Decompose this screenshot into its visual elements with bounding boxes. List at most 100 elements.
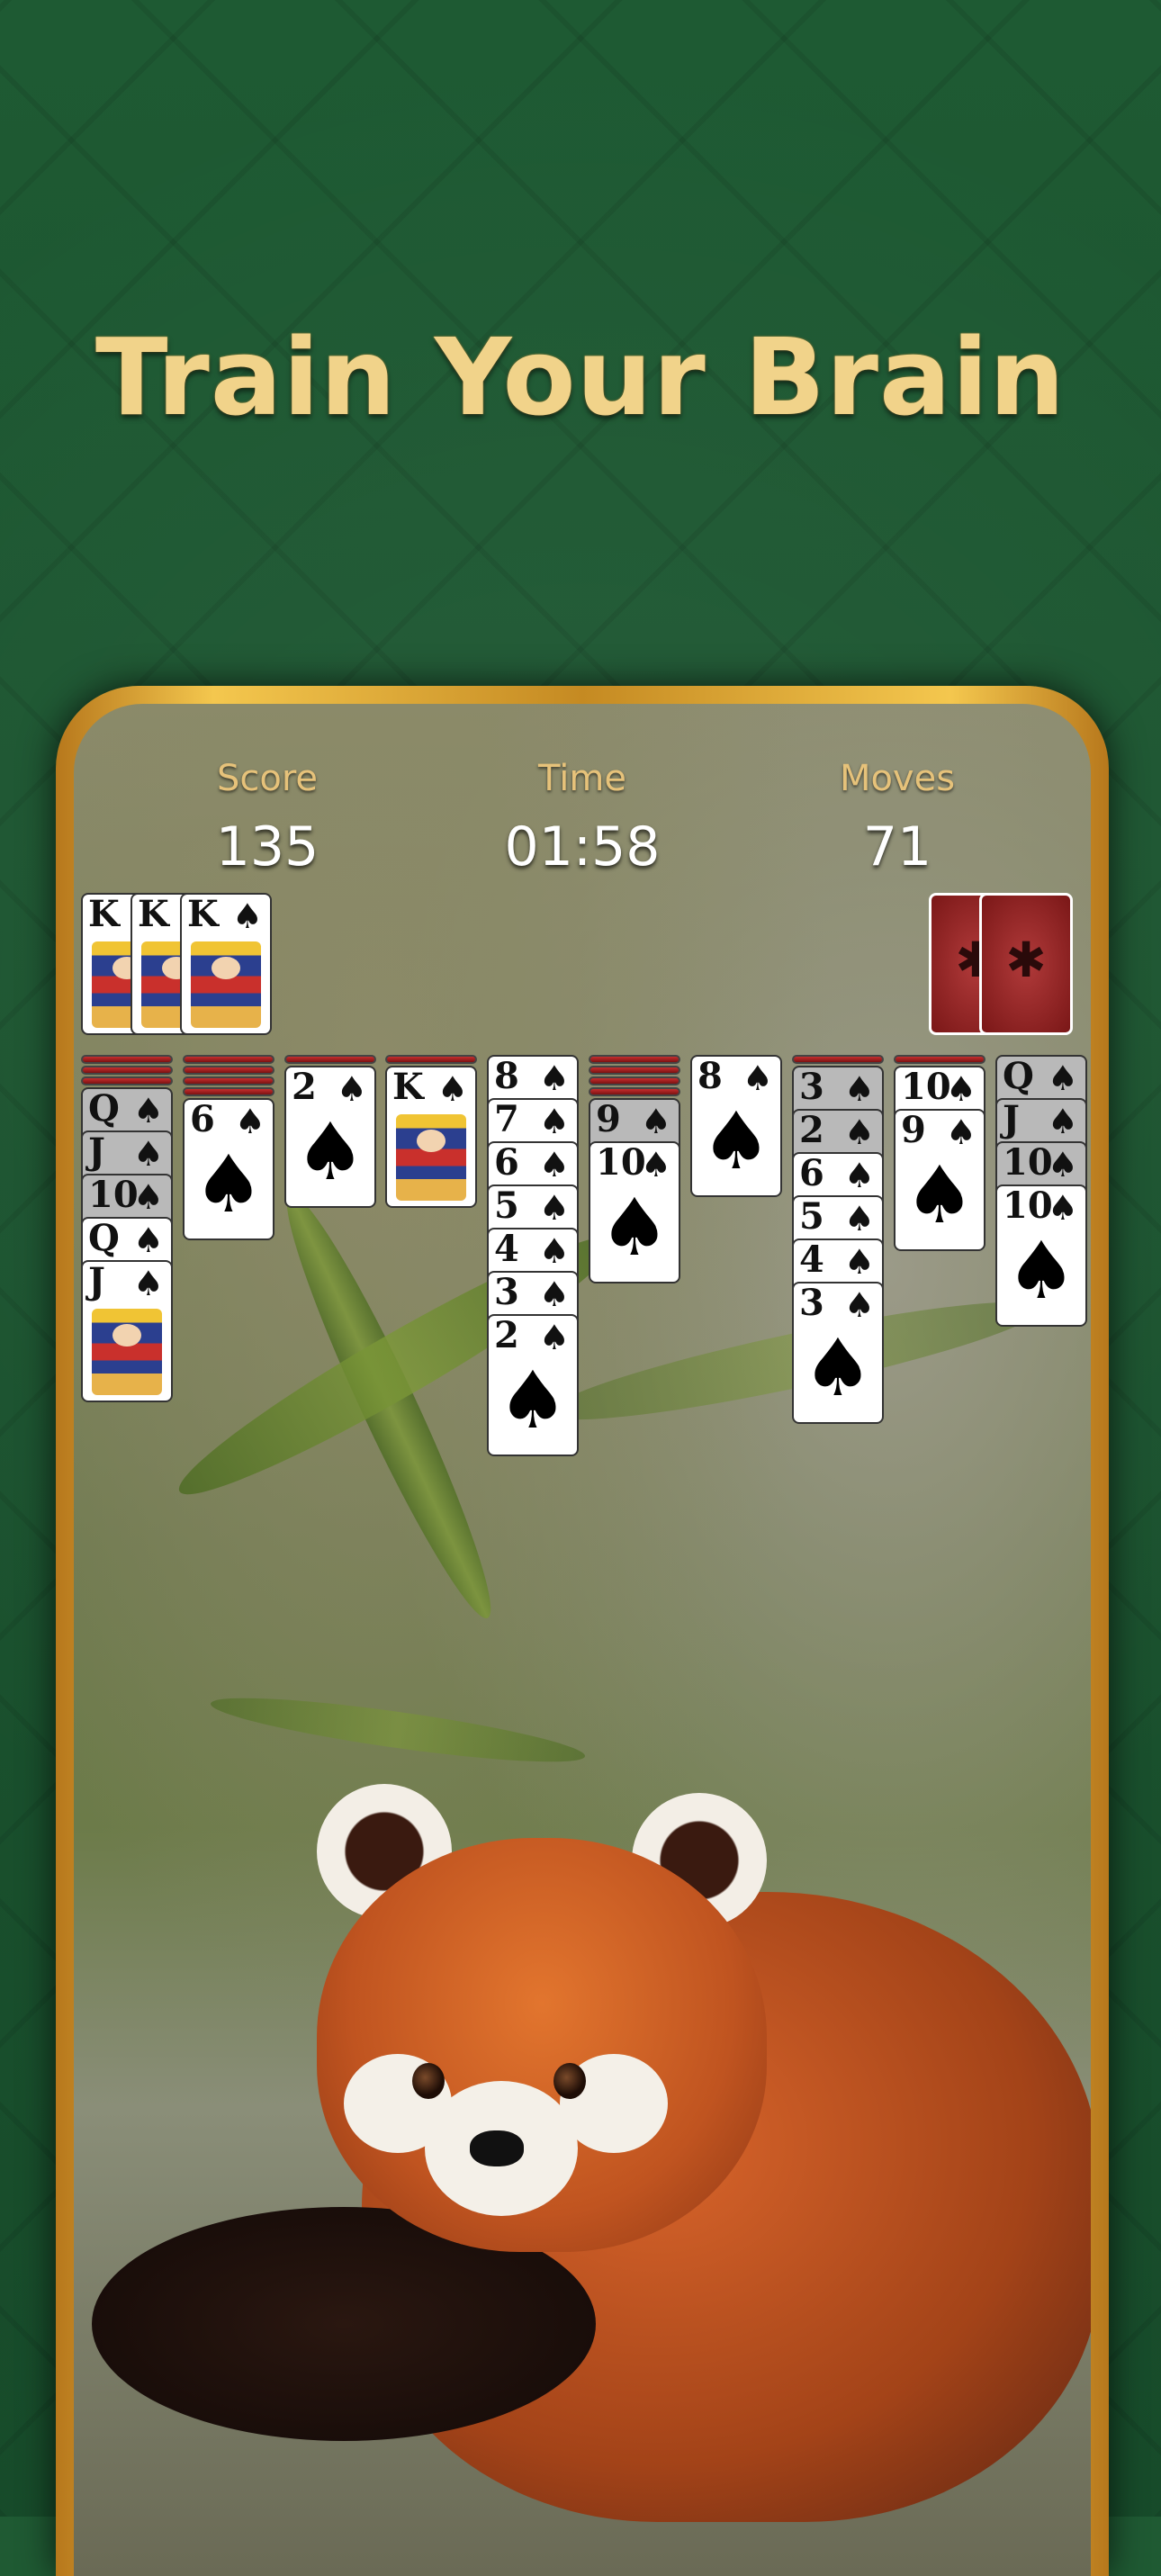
spade-icon: ♠	[132, 1091, 164, 1130]
spade-icon: ♠	[538, 1145, 570, 1184]
face-down-card	[589, 1076, 680, 1085]
face-card-art	[92, 1309, 162, 1395]
card-rank: K	[88, 893, 120, 935]
card-rank: K	[138, 893, 169, 935]
card-rank: 5	[494, 1184, 519, 1227]
spade-icon: ♠	[640, 1102, 671, 1141]
spade-icon: ♠	[538, 1058, 570, 1098]
spade-icon: ♠	[294, 1105, 366, 1198]
spade-icon: ♠	[742, 1058, 773, 1098]
moves-label: Moves	[839, 758, 956, 799]
spade-icon: ♠	[538, 1274, 570, 1314]
spade-icon: ♠	[538, 1102, 570, 1141]
card-rank: 10	[1003, 1141, 1053, 1184]
card-rank: 3	[494, 1271, 519, 1313]
face-down-card	[589, 1055, 680, 1064]
playing-card[interactable]: J ♠	[81, 1260, 173, 1402]
playing-card[interactable]: 3 ♠ ♠	[792, 1282, 884, 1424]
face-down-card	[183, 1066, 274, 1075]
spade-icon: ♠	[700, 1094, 772, 1187]
playing-card[interactable]: 10 ♠ ♠	[589, 1141, 680, 1283]
card-rank: K	[392, 1066, 424, 1108]
card-rank: J	[88, 1130, 105, 1173]
spade-icon: ♠	[843, 1199, 875, 1238]
card-rank: 10	[596, 1141, 646, 1184]
spade-icon: ♠	[1047, 1102, 1078, 1141]
card-rank: 9	[596, 1098, 621, 1140]
face-down-card	[589, 1087, 680, 1096]
face-down-card	[81, 1066, 173, 1075]
headline: Train Your Brain	[94, 315, 1066, 439]
card-rank: 3	[799, 1282, 824, 1324]
face-down-card	[589, 1066, 680, 1075]
spade-icon: ♠	[843, 1242, 875, 1282]
playing-card[interactable]: 2 ♠ ♠	[487, 1314, 579, 1456]
playing-card[interactable]: 2 ♠ ♠	[284, 1066, 376, 1208]
red-panda-image	[92, 1784, 1091, 2576]
spade-icon: ♠	[436, 1069, 468, 1109]
face-card-art	[396, 1114, 466, 1201]
card-rank: 10	[1003, 1184, 1053, 1227]
card-rank: J	[1003, 1098, 1020, 1140]
time-label: Time	[538, 758, 626, 799]
spade-icon: ♠	[234, 1102, 266, 1141]
card-rank: Q	[88, 1217, 120, 1259]
spade-icon: ♠	[538, 1231, 570, 1271]
card-rank: 6	[494, 1141, 519, 1184]
time-display: Time 01:58	[447, 758, 717, 878]
card-rank: 3	[799, 1066, 824, 1108]
card-rank: 6	[190, 1098, 215, 1140]
spade-icon: ♠	[802, 1321, 874, 1414]
score-label: Score	[216, 758, 319, 799]
spade-icon: ♠	[132, 1264, 164, 1303]
face-down-card	[183, 1087, 274, 1096]
card-rank: 5	[799, 1195, 824, 1238]
moves-display: Moves 71	[762, 758, 1032, 878]
card-rank: 7	[494, 1098, 519, 1140]
spider-icon: ✱	[1005, 932, 1047, 988]
score-display: Score 135	[132, 758, 402, 878]
playing-card[interactable]: K ♠	[385, 1066, 477, 1208]
card-rank: 10	[901, 1066, 951, 1108]
spade-icon: ♠	[1047, 1058, 1078, 1098]
card-rank: K	[187, 893, 219, 935]
spade-icon: ♠	[843, 1156, 875, 1195]
card-rank: Q	[88, 1087, 120, 1130]
spade-icon: ♠	[132, 1134, 164, 1174]
face-down-card	[81, 1076, 173, 1085]
spade-icon: ♠	[132, 1220, 164, 1260]
face-down-card	[284, 1055, 376, 1064]
spade-icon: ♠	[1047, 1145, 1078, 1184]
spade-icon: ♠	[904, 1148, 976, 1241]
face-down-card	[894, 1055, 986, 1064]
spade-icon: ♠	[843, 1069, 875, 1109]
playing-card[interactable]: 8 ♠ ♠	[690, 1055, 782, 1197]
playing-card[interactable]: 9 ♠ ♠	[894, 1109, 986, 1251]
card-rank: J	[88, 1260, 105, 1302]
time-value: 01:58	[504, 815, 661, 878]
card-rank: 4	[799, 1238, 824, 1281]
spade-icon: ♠	[598, 1181, 670, 1274]
panda-eye-left	[412, 2063, 445, 2099]
face-down-card	[81, 1055, 173, 1064]
spade-icon: ♠	[843, 1112, 875, 1152]
spade-icon: ♠	[1005, 1224, 1077, 1317]
spade-icon: ♠	[640, 1145, 671, 1184]
bamboo-leaf	[208, 1685, 588, 1775]
spade-icon: ♠	[945, 1069, 976, 1109]
card-rank: 8	[494, 1055, 519, 1097]
playing-card[interactable]: 10 ♠ ♠	[995, 1184, 1087, 1327]
card-rank: 2	[799, 1109, 824, 1151]
card-rank: 2	[292, 1066, 317, 1108]
moves-value: 71	[862, 815, 932, 878]
stock-pile[interactable]: ✱	[979, 893, 1073, 1035]
playing-card[interactable]: 6 ♠ ♠	[183, 1098, 274, 1240]
card-rank: 10	[88, 1174, 139, 1216]
score-value: 135	[215, 815, 320, 878]
spade-icon: ♠	[132, 1177, 164, 1217]
face-card-art	[191, 941, 261, 1028]
playing-card: K♠	[180, 893, 272, 1035]
face-down-card	[183, 1076, 274, 1085]
card-rank: 2	[494, 1314, 519, 1356]
panda-eye-right	[554, 2063, 586, 2099]
